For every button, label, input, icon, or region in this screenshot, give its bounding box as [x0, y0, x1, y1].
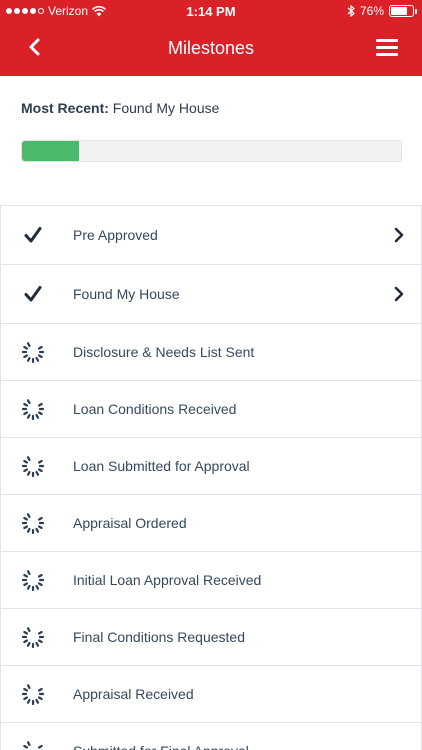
milestone-label: Final Conditions Requested	[73, 629, 245, 645]
most-recent-label: Most Recent:	[21, 100, 109, 116]
milestone-row: Final Conditions Requested	[0, 609, 422, 666]
milestone-row: Appraisal Received	[0, 666, 422, 723]
battery-cap	[415, 9, 417, 14]
page-title: Milestones	[167, 38, 255, 58]
app-header: Verizon 1:14 PM 76% Milestones	[0, 0, 422, 76]
milestone-label: Pre Approved	[73, 227, 158, 243]
milestone-label: Disclosure & Needs List Sent	[73, 344, 255, 360]
milestone-pending-icon	[21, 454, 45, 478]
loading-spinner-icon	[22, 741, 44, 750]
milestone-pending-icon	[21, 739, 45, 750]
milestone-row: Loan Conditions Received	[0, 381, 422, 438]
checkmark-icon	[24, 227, 42, 243]
milestone-row: Initial Loan Approval Received	[0, 552, 422, 609]
battery-icon	[389, 5, 417, 17]
milestone-row: Appraisal Ordered	[0, 495, 422, 552]
milestone-row: Disclosure & Needs List Sent	[0, 324, 422, 381]
chevron-right-icon	[394, 227, 404, 243]
milestone-complete-icon	[21, 282, 45, 306]
battery-percentage: 76%	[359, 4, 384, 18]
loading-spinner-icon	[22, 399, 44, 420]
milestone-label: Appraisal Ordered	[73, 515, 187, 531]
loading-spinner-icon	[22, 513, 44, 534]
most-recent-milestone: Most Recent: Found My House	[21, 100, 219, 116]
milestone-pending-icon	[21, 340, 45, 364]
milestone-row: Loan Submitted for Approval	[0, 438, 422, 495]
hamburger-menu-icon	[376, 52, 398, 56]
loading-spinner-icon	[22, 456, 44, 477]
milestone-label: Initial Loan Approval Received	[73, 572, 262, 588]
milestone-pending-icon	[21, 625, 45, 649]
hamburger-menu-icon	[376, 38, 398, 42]
milestone-list: Pre Approved Found My House Disclosure & N…	[0, 205, 422, 750]
status-bar: Verizon 1:14 PM 76%	[0, 0, 422, 22]
bluetooth-icon	[347, 5, 355, 17]
milestone-label: Loan Conditions Received	[73, 401, 237, 417]
milestone-label: Loan Submitted for Approval	[73, 458, 250, 474]
milestone-pending-icon	[21, 568, 45, 592]
loading-spinner-icon	[22, 684, 44, 705]
chevron-right-icon	[394, 286, 404, 302]
menu-button[interactable]	[376, 34, 404, 60]
loading-spinner-icon	[22, 627, 44, 648]
milestone-label: Found My House	[73, 286, 180, 302]
checkmark-icon	[24, 286, 42, 302]
milestone-row[interactable]: Found My House	[0, 265, 422, 324]
milestone-progress-bar	[21, 140, 402, 162]
milestone-label: Appraisal Received	[73, 686, 194, 702]
milestone-label: Submitted for Final Approval	[73, 743, 249, 750]
milestone-row[interactable]: Pre Approved	[0, 206, 422, 265]
loading-spinner-icon	[22, 342, 44, 363]
progress-fill	[22, 141, 79, 161]
milestone-pending-icon	[21, 682, 45, 706]
status-right: 76%	[347, 4, 417, 18]
battery-fill	[391, 7, 407, 15]
loading-spinner-icon	[22, 570, 44, 591]
most-recent-value: Found My House	[112, 100, 220, 116]
hamburger-menu-icon	[376, 45, 398, 49]
milestone-pending-icon	[21, 397, 45, 421]
milestone-complete-icon	[21, 223, 45, 247]
milestone-pending-icon	[21, 511, 45, 535]
milestone-row: Submitted for Final Approval	[0, 723, 422, 750]
